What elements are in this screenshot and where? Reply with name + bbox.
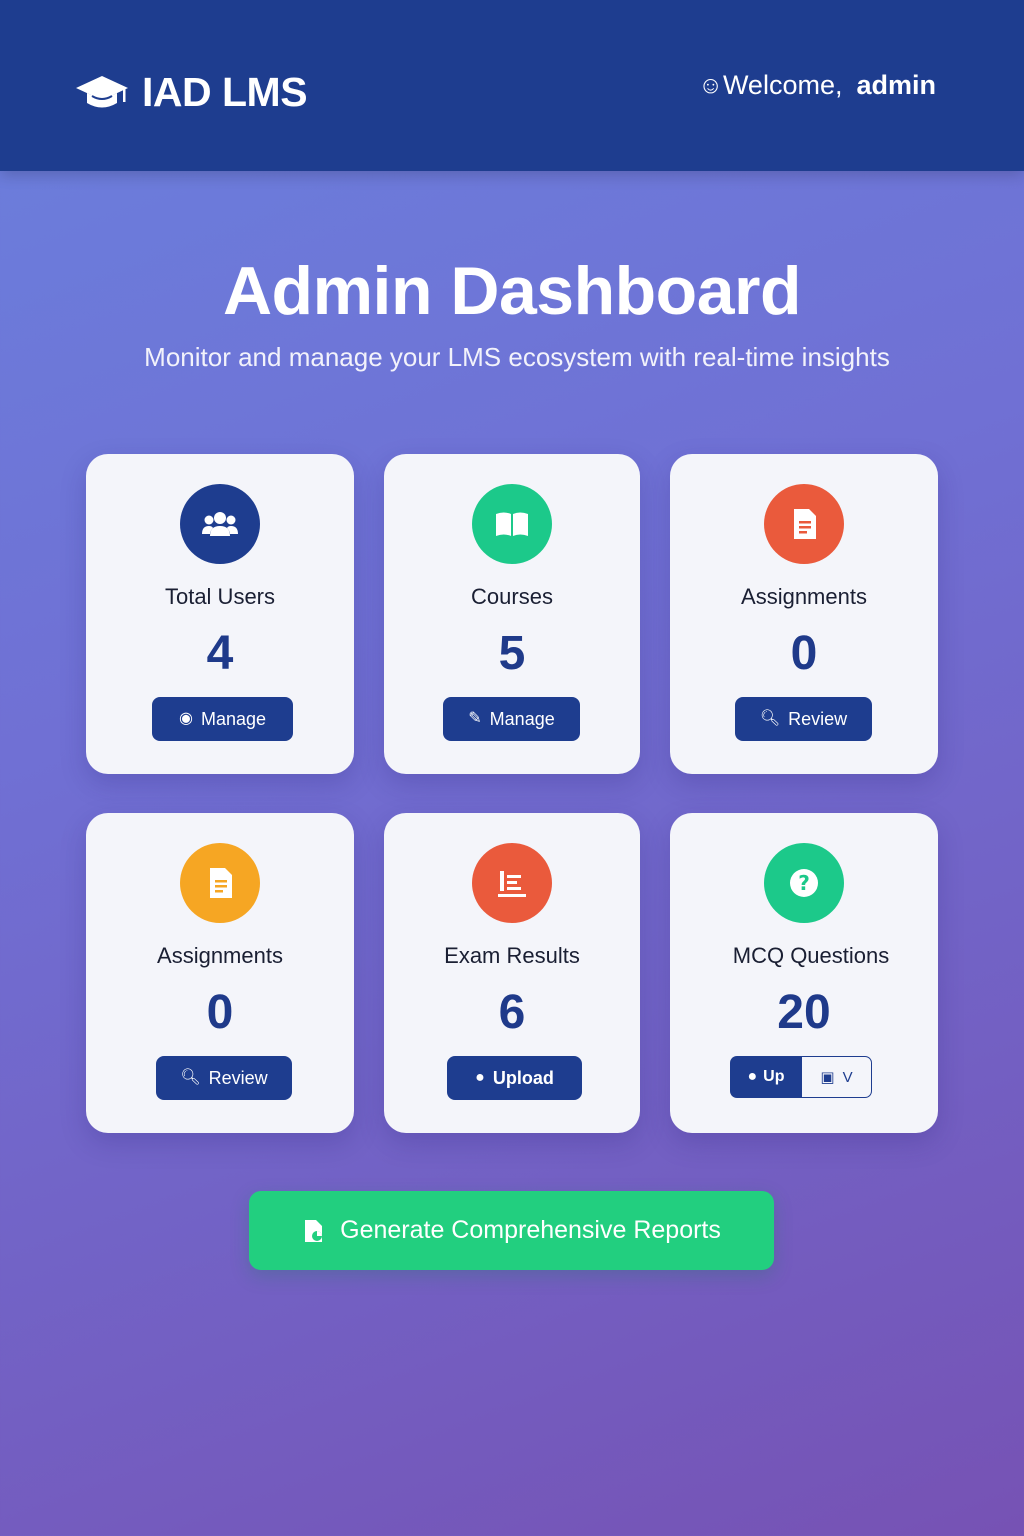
card-count: 0 xyxy=(206,986,234,1039)
card-label: Assignments xyxy=(741,584,867,609)
edit-icon: ✎ xyxy=(468,710,482,727)
card-count: 5 xyxy=(498,627,526,680)
card-label: Exam Results xyxy=(444,943,580,968)
stat-card-assignments-2: Assignments 0 🔍︎ Review xyxy=(86,813,354,1133)
report-icon xyxy=(305,1219,323,1242)
upload-results-button[interactable]: ● Upload xyxy=(447,1056,582,1100)
search-icon: 🔍︎ xyxy=(180,1069,201,1086)
review-assignments-button-2[interactable]: 🔍︎ Review xyxy=(156,1056,292,1100)
card-label: Total Users xyxy=(164,584,276,609)
username[interactable]: admin xyxy=(856,70,936,101)
user-icon: ● xyxy=(475,1069,485,1086)
stat-card-courses: Courses 5 ✎ Manage xyxy=(384,454,640,774)
question-icon: ? xyxy=(764,843,844,923)
results-icon xyxy=(472,843,552,923)
search-icon: 🔍︎ xyxy=(759,710,781,727)
view-icon: ▣ xyxy=(820,1069,835,1086)
users-icon xyxy=(180,484,260,564)
button-label: Review xyxy=(208,1067,268,1088)
button-label: Manage xyxy=(200,708,267,729)
card-label: Courses xyxy=(471,584,553,609)
card-label: Assignments xyxy=(157,943,283,968)
button-label: Up xyxy=(763,1068,785,1085)
file-icon xyxy=(180,843,260,923)
card-count: 6 xyxy=(498,986,526,1039)
book-icon xyxy=(472,484,552,564)
page-subtitle: Monitor and manage your LMS ecosystem wi… xyxy=(144,342,890,372)
button-label: Upload xyxy=(492,1067,554,1088)
graduation-cap-icon xyxy=(76,76,128,108)
stat-card-mcq-questions: ? MCQ Questions 20 ● Up ▣ V xyxy=(670,813,938,1133)
file-icon xyxy=(764,484,844,564)
user-shield-icon: ◉ xyxy=(178,710,193,727)
button-label: Review xyxy=(788,708,848,729)
mcq-button-group: ● Up ▣ V xyxy=(730,1056,872,1098)
welcome-message: ☺ Welcome, admin xyxy=(698,70,936,101)
brand-link[interactable]: IAD LMS xyxy=(74,66,308,118)
stat-card-exam-results: Exam Results 6 ● Upload xyxy=(384,813,640,1133)
card-count: 4 xyxy=(206,627,234,680)
user-icon: ☺ xyxy=(698,71,723,99)
svg-text:?: ? xyxy=(798,871,810,895)
page-title: Admin Dashboard xyxy=(222,253,802,329)
stat-card-total-users: Total Users 4 ◉ Manage xyxy=(86,454,354,774)
user-icon: ● xyxy=(747,1068,758,1085)
card-label: MCQ Questions xyxy=(732,943,890,968)
card-count: 0 xyxy=(790,627,818,680)
brand-title: IAD LMS xyxy=(142,68,308,115)
manage-courses-button[interactable]: ✎ Manage xyxy=(443,697,580,741)
generate-label: Generate Comprehensive Reports xyxy=(340,1216,721,1244)
button-label: Manage xyxy=(489,708,555,729)
stat-card-assignments: Assignments 0 🔍︎ Review xyxy=(670,454,938,774)
manage-users-button[interactable]: ◉ Manage xyxy=(152,697,293,741)
upload-mcq-button[interactable]: ● Up xyxy=(730,1056,802,1098)
generate-reports-button[interactable]: Generate Comprehensive Reports xyxy=(249,1191,774,1270)
card-count: 20 xyxy=(777,986,831,1039)
welcome-text: Welcome, xyxy=(722,70,843,100)
review-assignments-button[interactable]: 🔍︎ Review xyxy=(735,697,872,741)
view-mcq-button[interactable]: ▣ V xyxy=(802,1056,872,1098)
button-label: V xyxy=(842,1068,853,1086)
top-navbar: IAD LMS ☺ Welcome, admin xyxy=(0,0,1024,171)
